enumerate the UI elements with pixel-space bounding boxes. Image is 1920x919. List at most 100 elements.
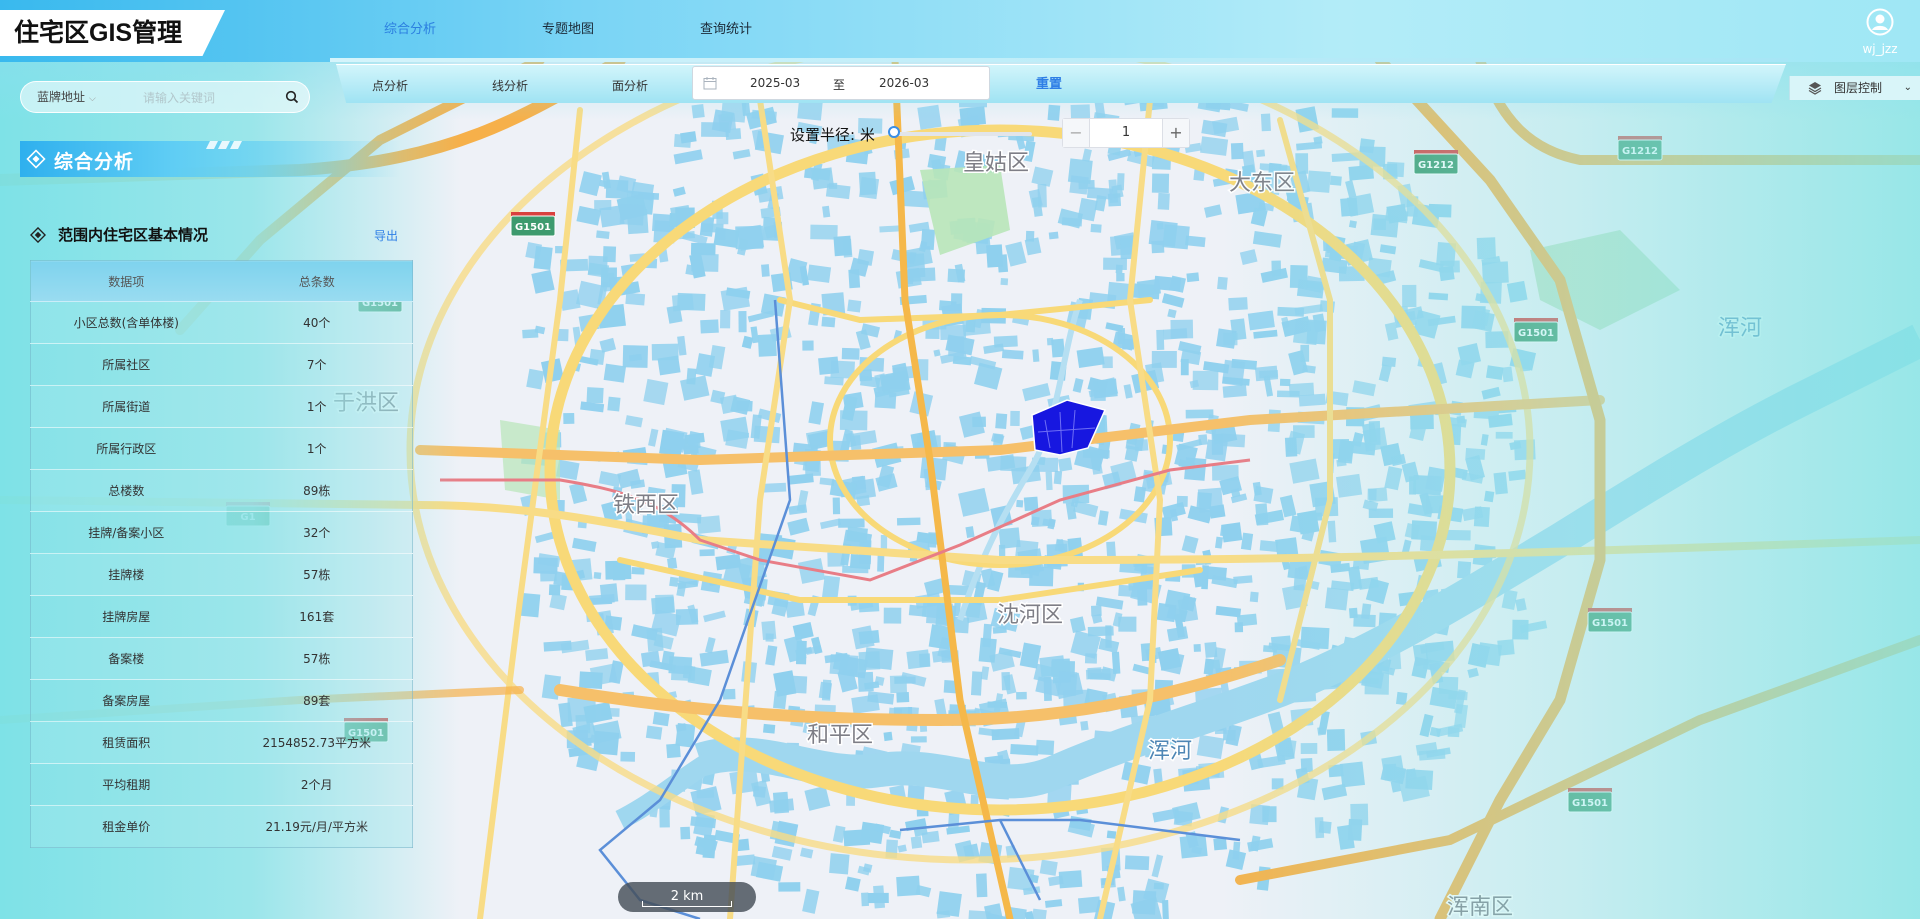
building-block (1335, 473, 1363, 498)
building-block (802, 340, 814, 351)
building-block (1330, 438, 1350, 459)
row-item-name: 备案房屋 (30, 679, 222, 722)
analysis-toolbar: 点分析 线分析 面分析 重置 (336, 64, 1786, 103)
date-range-picker[interactable]: 2025-03 至 2026-03 (692, 66, 990, 100)
building-block (1119, 237, 1133, 260)
road-shield-label: G1501 (1518, 328, 1554, 339)
building-block (910, 836, 923, 849)
decrement-button[interactable]: − (1063, 119, 1090, 147)
building-block (596, 230, 610, 240)
building-block (1373, 521, 1396, 544)
building-block (1300, 626, 1330, 650)
building-block (968, 910, 991, 919)
building-block (1157, 647, 1182, 671)
section-header: 范围内住宅区基本情况 (30, 224, 400, 248)
building-block (936, 891, 962, 917)
building-block (1086, 187, 1113, 200)
district-label: 浑河 (1718, 316, 1762, 341)
building-block (1023, 496, 1039, 512)
building-block (1204, 641, 1218, 658)
building-block (1000, 277, 1009, 286)
building-block (1180, 359, 1189, 376)
building-block (1298, 393, 1326, 407)
building-block (1223, 332, 1238, 346)
road-shield: G1212 (1413, 150, 1459, 175)
building-block (1381, 356, 1397, 368)
layer-control[interactable]: 图层控制 ⌄ (1789, 76, 1920, 100)
building-block (1116, 273, 1125, 282)
building-block (1307, 170, 1331, 193)
tab-query-statistics[interactable]: 查询统计 (662, 14, 790, 46)
building-block (657, 355, 681, 376)
table-row: 挂牌楼 57栋 (30, 553, 413, 596)
building-block (861, 892, 870, 907)
building-block (1162, 224, 1190, 250)
building-block (1313, 136, 1323, 145)
road-shield-label: G1501 (1572, 798, 1608, 809)
building-block (874, 676, 885, 686)
radius-slider-handle[interactable] (888, 126, 900, 138)
building-block (700, 319, 719, 334)
row-item-count: 32个 (221, 511, 413, 554)
chevron-down-icon: ⌵ (89, 94, 96, 104)
date-start[interactable]: 2025-03 (750, 76, 800, 90)
radius-stepper[interactable]: − 1 + (1062, 118, 1190, 148)
area-analysis-button[interactable]: 面分析 (612, 65, 648, 103)
building-block (619, 203, 645, 226)
building-block (1347, 818, 1363, 841)
building-block (1296, 510, 1320, 535)
building-block (846, 526, 868, 543)
building-block (1016, 499, 1024, 508)
building-block (1087, 667, 1102, 680)
search-icon[interactable] (285, 90, 299, 104)
building-block (1428, 292, 1449, 301)
radius-slider[interactable] (888, 126, 1032, 138)
row-item-name: 备案楼 (30, 637, 222, 680)
row-item-name: 挂牌楼 (30, 553, 222, 596)
building-block (919, 653, 931, 668)
point-analysis-button[interactable]: 点分析 (372, 65, 408, 103)
building-block (1247, 310, 1275, 331)
building-block (761, 264, 770, 277)
building-block (1193, 643, 1201, 652)
building-block (695, 837, 714, 857)
building-block (1133, 486, 1147, 503)
tab-thematic-map[interactable]: 专题地图 (504, 14, 632, 46)
table-row: 所属行政区 1个 (30, 427, 413, 470)
search-input[interactable] (141, 86, 285, 110)
building-block (1368, 508, 1394, 519)
tab-comprehensive-analysis[interactable]: 综合分析 (346, 14, 474, 46)
user-icon (1866, 8, 1894, 36)
building-block (920, 229, 936, 251)
building-block (1076, 346, 1105, 368)
user-menu[interactable]: wj_jzz (1858, 8, 1902, 56)
building-block (1156, 329, 1165, 350)
building-block (720, 416, 750, 442)
line-analysis-button[interactable]: 线分析 (492, 65, 528, 103)
building-block (699, 549, 715, 557)
increment-button[interactable]: + (1162, 119, 1189, 147)
row-item-name: 小区总数(含单体楼) (30, 301, 222, 344)
building-block (526, 368, 545, 390)
export-button[interactable]: 导出 (374, 227, 398, 244)
row-item-count: 57栋 (221, 553, 413, 596)
radius-value[interactable]: 1 (1089, 119, 1163, 147)
building-block (1485, 365, 1504, 380)
building-block (1256, 149, 1266, 158)
building-block (1067, 158, 1093, 185)
date-end[interactable]: 2026-03 (879, 76, 929, 90)
building-block (1418, 749, 1446, 761)
row-item-count: 161套 (221, 595, 413, 638)
row-item-count: 89套 (221, 679, 413, 722)
building-block (807, 264, 832, 283)
building-block (1402, 284, 1417, 308)
building-block (1176, 495, 1188, 507)
search-type-select[interactable]: 蓝牌地址 ⌵ (37, 82, 96, 114)
row-item-name: 所属行政区 (30, 427, 222, 470)
reset-button[interactable]: 重置 (1036, 65, 1062, 103)
building-block (998, 527, 1021, 549)
building-block (666, 743, 681, 759)
app-header: 住宅区GIS管理 综合分析 专题地图 查询统计 wj_jzz (0, 0, 1920, 62)
road-shield-label: G1212 (1418, 160, 1454, 171)
row-item-count: 2154852.73平方米 (221, 721, 413, 764)
